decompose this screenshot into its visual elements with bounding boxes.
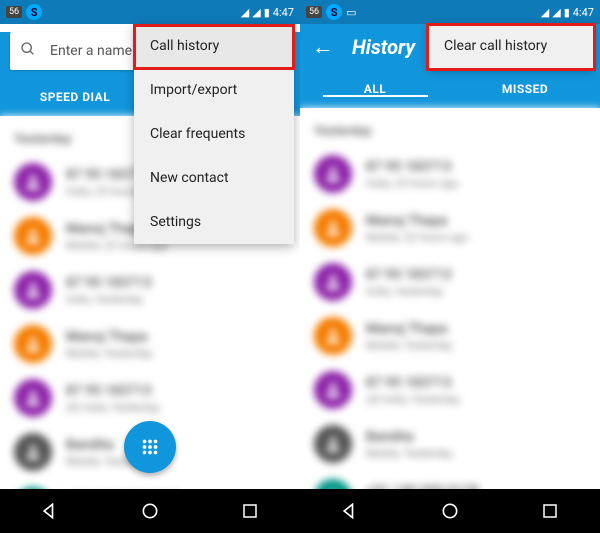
row-text: Bandita Mobile, Yesterday bbox=[366, 429, 452, 460]
row-text: Manoj Thapa Mobile, Yesterday bbox=[366, 321, 452, 352]
battery-icon: ▮ bbox=[264, 6, 270, 19]
list-item[interactable]: 87 95 183713 (4) India, Yesterday bbox=[0, 371, 300, 425]
status-bar: 56 S ◢ ◢ ▮ 4:47 bbox=[0, 0, 300, 24]
nav-bar bbox=[0, 489, 300, 533]
page-title: History bbox=[352, 35, 415, 59]
signal-icon: ◢ bbox=[541, 6, 549, 19]
contact-sub: Mobile, Yesterday bbox=[366, 447, 452, 460]
menu-import-export[interactable]: Import/export bbox=[134, 68, 294, 112]
status-bar: 56 S ▭ ◢ ◢ ▮ 4:47 bbox=[300, 0, 600, 24]
search-placeholder: Enter a name bbox=[50, 43, 132, 59]
signal-icon: ◢ bbox=[552, 6, 560, 19]
row-text: 87 95 183713 (4) India, Yesterday bbox=[66, 383, 159, 414]
phone-left: 56 S ◢ ◢ ▮ 4:47 Enter a name SPEED DIAL … bbox=[0, 0, 300, 533]
search-icon bbox=[20, 41, 36, 61]
avatar bbox=[314, 371, 352, 409]
list-item[interactable]: Manoj Thapa Mobile, Yesterday bbox=[300, 309, 600, 363]
battery-icon: ▮ bbox=[564, 6, 570, 19]
avatar bbox=[14, 379, 52, 417]
contact-sub: Mobile, Yesterday bbox=[366, 339, 452, 352]
notif-badge: 56 bbox=[306, 6, 322, 18]
signal-icon: ◢ bbox=[252, 6, 260, 19]
contact-sub: India, Yesterday bbox=[66, 293, 152, 306]
list-item[interactable]: 87 95 183713 India, Yesterday bbox=[300, 255, 600, 309]
contact-name: Manoj Thapa bbox=[366, 321, 452, 337]
nav-recent[interactable] bbox=[237, 498, 263, 524]
list-item[interactable]: 87 95 183713 India, Yesterday bbox=[0, 263, 300, 317]
contact-name: Manoj Thapa bbox=[366, 213, 468, 229]
list-item[interactable]: Manoj Thapa Mobile, Yesterday bbox=[0, 317, 300, 371]
contact-sub: (4) India, Yesterday bbox=[66, 401, 159, 414]
avatar bbox=[14, 271, 52, 309]
contact-name: Manoj Thapa bbox=[66, 329, 152, 345]
row-text: 87 95 183713 India, Yesterday bbox=[366, 267, 452, 298]
contact-name: Bandita bbox=[366, 429, 452, 445]
list-item[interactable]: Bandita Mobile, Yesterday bbox=[300, 417, 600, 471]
call-list: Yesterday 87 95 183713 India, 23 hours ag… bbox=[300, 108, 600, 533]
list-item[interactable]: Manoj Thapa Mobile, 22 hours ago bbox=[300, 201, 600, 255]
nav-back[interactable] bbox=[337, 498, 363, 524]
avatar bbox=[14, 163, 52, 201]
avatar bbox=[14, 433, 52, 471]
avatar bbox=[314, 155, 352, 193]
row-text: Manoj Thapa Mobile, Yesterday bbox=[66, 329, 152, 360]
nav-recent[interactable] bbox=[537, 498, 563, 524]
menu-call-history[interactable]: Call history bbox=[134, 24, 294, 68]
contact-sub: India, Yesterday bbox=[366, 285, 452, 298]
list-item[interactable]: 87 95 183713 (4) India, Yesterday bbox=[300, 363, 600, 417]
nav-home[interactable] bbox=[137, 498, 163, 524]
phone-right: 56 S ▭ ◢ ◢ ▮ 4:47 ← History ALL MISSED Y… bbox=[300, 0, 600, 533]
row-text: 87 95 183713 India, Yesterday bbox=[66, 275, 152, 306]
avatar bbox=[314, 425, 352, 463]
row-text: 87 95 183713 India, 23 hours ago bbox=[366, 159, 459, 190]
back-button[interactable]: ← bbox=[312, 34, 334, 60]
menu-new-contact[interactable]: New contact bbox=[134, 156, 294, 200]
menu-settings[interactable]: Settings bbox=[134, 200, 294, 244]
nav-bar bbox=[300, 489, 600, 533]
contact-name: 87 95 183713 bbox=[366, 267, 452, 283]
avatar bbox=[14, 325, 52, 363]
tab-speed-dial[interactable]: SPEED DIAL bbox=[0, 90, 150, 104]
menu-clear-frequents[interactable]: Clear frequents bbox=[134, 112, 294, 156]
nav-home[interactable] bbox=[437, 498, 463, 524]
nav-back[interactable] bbox=[37, 498, 63, 524]
avatar bbox=[314, 209, 352, 247]
contact-name: 87 95 183713 bbox=[66, 275, 152, 291]
notif-badge: 56 bbox=[6, 6, 22, 18]
contact-name: 87 95 183713 bbox=[66, 383, 159, 399]
overflow-menu: Call history Import/export Clear frequen… bbox=[134, 24, 294, 244]
screenshot-icon: ▭ bbox=[346, 6, 356, 19]
contact-name: 87 95 183713 bbox=[366, 159, 459, 175]
app-status-icon: S bbox=[26, 4, 42, 20]
tab-missed[interactable]: MISSED bbox=[450, 82, 600, 96]
tab-all[interactable]: ALL bbox=[300, 82, 450, 96]
contact-sub: (4) India, Yesterday bbox=[366, 393, 459, 406]
app-status-icon: S bbox=[326, 4, 342, 20]
contact-name: 87 95 183713 bbox=[366, 375, 459, 391]
clock: 4:47 bbox=[573, 6, 594, 19]
menu-clear-call-history[interactable]: Clear call history bbox=[428, 24, 594, 68]
signal-icon: ◢ bbox=[241, 6, 249, 19]
contact-sub: Mobile, Yesterday bbox=[66, 347, 152, 360]
avatar bbox=[314, 317, 352, 355]
contact-sub: Mobile, 22 hours ago bbox=[366, 231, 468, 244]
section-label: Yesterday bbox=[300, 116, 600, 147]
dialpad-fab[interactable] bbox=[124, 421, 176, 473]
row-text: 87 95 183713 (4) India, Yesterday bbox=[366, 375, 459, 406]
list-item[interactable]: 87 95 183713 India, 23 hours ago bbox=[300, 147, 600, 201]
avatar bbox=[314, 263, 352, 301]
tabs: ALL MISSED bbox=[300, 70, 600, 108]
contact-sub: India, 23 hours ago bbox=[366, 177, 459, 190]
overflow-menu: Clear call history bbox=[428, 24, 594, 68]
avatar bbox=[14, 217, 52, 255]
row-text: Manoj Thapa Mobile, 22 hours ago bbox=[366, 213, 468, 244]
clock: 4:47 bbox=[273, 6, 294, 19]
